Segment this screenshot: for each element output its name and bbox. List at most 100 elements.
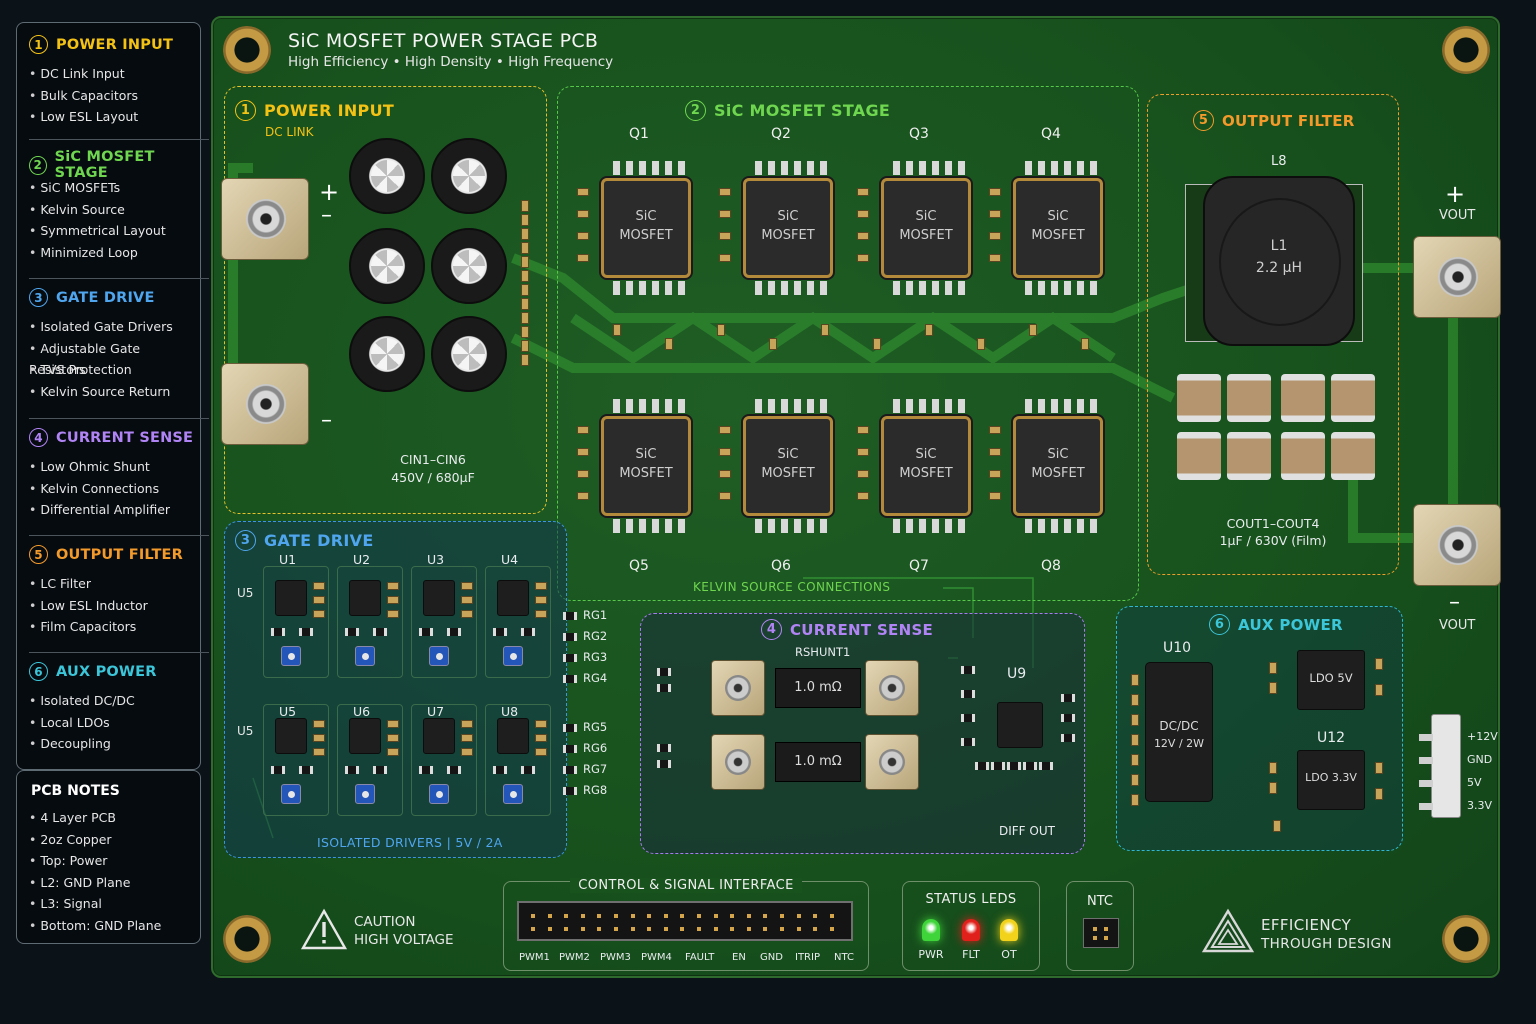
film-capacitor xyxy=(1227,432,1271,480)
zone-current-title: 4 CURRENT SENSE xyxy=(761,619,933,640)
gate-trim-potentiometer[interactable] xyxy=(429,784,449,804)
film-capacitor xyxy=(1281,432,1325,480)
tvs-diode xyxy=(419,766,433,774)
zone-title-text: GATE DRIVE xyxy=(264,531,374,550)
gate-passive xyxy=(535,610,547,618)
tvs-diode xyxy=(345,628,359,636)
gate-driver-designator: U4 xyxy=(501,552,519,567)
gate-resistor xyxy=(577,232,589,240)
header-pin xyxy=(531,914,535,918)
mosfet-marking: SiC MOSFET xyxy=(746,207,830,245)
decoupling-capacitor xyxy=(521,298,529,310)
mosfet-pins xyxy=(755,519,827,533)
gate-passive xyxy=(461,748,473,756)
gate-trim-potentiometer[interactable] xyxy=(281,784,301,804)
gate-passive xyxy=(461,596,473,604)
aux-passive xyxy=(1375,762,1383,774)
gate-passive xyxy=(387,734,399,742)
mosfet-marking-line1: SiC xyxy=(635,447,657,462)
caution-line1: CAUTION xyxy=(354,914,416,930)
header-pin xyxy=(697,914,701,918)
sidebar-item: SiC MOSFETs xyxy=(29,177,166,199)
gate-resistor xyxy=(719,492,731,500)
mosfet-designator: Q6 xyxy=(771,558,791,574)
amp-ref: U9 xyxy=(1007,666,1027,682)
kelvin-label: KELVIN SOURCE CONNECTIONS xyxy=(693,580,891,594)
status-led-flt xyxy=(962,919,980,941)
gate-passive xyxy=(313,596,325,604)
pcb-notes-panel: PCB NOTES 4 Layer PCB2oz CopperTop: Powe… xyxy=(16,770,201,944)
dcdc-label: DC/DC xyxy=(1159,719,1199,733)
header-pin xyxy=(580,914,585,918)
gate-trim-potentiometer[interactable] xyxy=(503,646,523,666)
mosfet-pins xyxy=(613,281,685,295)
cout-ref: COUT1–COUT4 xyxy=(1226,516,1320,531)
gate-passive xyxy=(387,748,399,756)
gate-passive xyxy=(313,610,325,618)
control-pin-label: ITRIP xyxy=(795,952,820,963)
aux-connector-label: 3.3V xyxy=(1467,799,1493,812)
header-pin xyxy=(680,927,685,931)
ntc-connector[interactable] xyxy=(1083,918,1119,948)
mosfet-marking-line1: SiC xyxy=(777,447,799,462)
mosfet-marking-line2: MOSFET xyxy=(761,228,815,243)
mosfet-marking-line1: SiC xyxy=(777,209,799,224)
gate-trim-potentiometer[interactable] xyxy=(281,646,301,666)
current-sense-passive xyxy=(1023,762,1037,770)
mosfet-pins xyxy=(1025,399,1097,413)
snubber-capacitor xyxy=(769,338,777,350)
gate-driver-ic xyxy=(275,580,307,616)
aux-passive xyxy=(1269,662,1277,674)
mosfet-marking-line2: MOSFET xyxy=(1031,228,1085,243)
film-capacitor xyxy=(1331,432,1375,480)
zone-title-text: AUX POWER xyxy=(1238,615,1343,634)
gate-resistor-rg xyxy=(563,724,577,732)
gate-trim-potentiometer[interactable] xyxy=(355,784,375,804)
aux-passive xyxy=(1131,694,1139,706)
header-pin xyxy=(580,927,585,931)
mosfet-pins xyxy=(1025,161,1097,175)
gate-trim-potentiometer[interactable] xyxy=(503,784,523,804)
decoupling-capacitor xyxy=(521,242,529,254)
gate-trim-potentiometer[interactable] xyxy=(429,646,449,666)
minus-marker: – xyxy=(321,408,332,433)
sidebar-item: Decoupling xyxy=(29,733,135,755)
bulk-capacitor xyxy=(349,228,425,304)
sidebar-item: TVS Protection xyxy=(29,359,200,381)
shunt-ref: RSHUNT1 xyxy=(795,645,851,659)
header-pin xyxy=(531,927,535,931)
pcb-infographic: 1 POWER INPUT DC Link InputBulk Capacitors… xyxy=(0,0,1536,1024)
inductor-ref: L1 xyxy=(1270,238,1288,254)
control-header-connector[interactable] xyxy=(517,901,853,941)
mosfet-pins xyxy=(755,399,827,413)
mosfet-designator: Q4 xyxy=(1041,126,1061,142)
header-pin xyxy=(564,914,569,918)
mosfet-marking-line2: MOSFET xyxy=(761,466,815,481)
gate-resistor-rg xyxy=(563,654,577,662)
mosfet-marking: SiC MOSFET xyxy=(604,445,688,483)
gate-trim-potentiometer[interactable] xyxy=(355,646,375,666)
vout-plus-label: VOUT xyxy=(1439,208,1476,223)
sidebar-section-heading: 4 CURRENT SENSE xyxy=(29,428,193,447)
mosfet-pins xyxy=(893,519,965,533)
dc-link-label: DC LINK xyxy=(265,125,314,139)
sic-mosfet: SiC MOSFET xyxy=(1013,416,1103,516)
control-pin-label: EN xyxy=(732,952,746,963)
aux-connector-label: 5V xyxy=(1467,776,1482,789)
sidebar-section-heading: 6 AUX POWER xyxy=(29,662,157,681)
snubber-capacitor xyxy=(1081,338,1089,350)
current-sense-passive xyxy=(961,738,975,746)
header-pin xyxy=(780,927,784,931)
pcb-note-item: L2: GND Plane xyxy=(29,872,161,894)
tvs-diode xyxy=(493,766,507,774)
bulk-capacitor xyxy=(349,316,425,392)
snubber-capacitor xyxy=(717,324,725,336)
cout-value: 1µF / 630V (Film) xyxy=(1219,533,1327,548)
gate-resistor xyxy=(577,448,589,456)
aux-output-connector[interactable] xyxy=(1431,714,1461,818)
section-divider xyxy=(29,535,209,536)
zone-number-badge: 1 xyxy=(235,100,256,121)
current-sense-passive xyxy=(961,666,975,674)
snubber-capacitor xyxy=(873,338,881,350)
gate-resistor xyxy=(719,448,731,456)
